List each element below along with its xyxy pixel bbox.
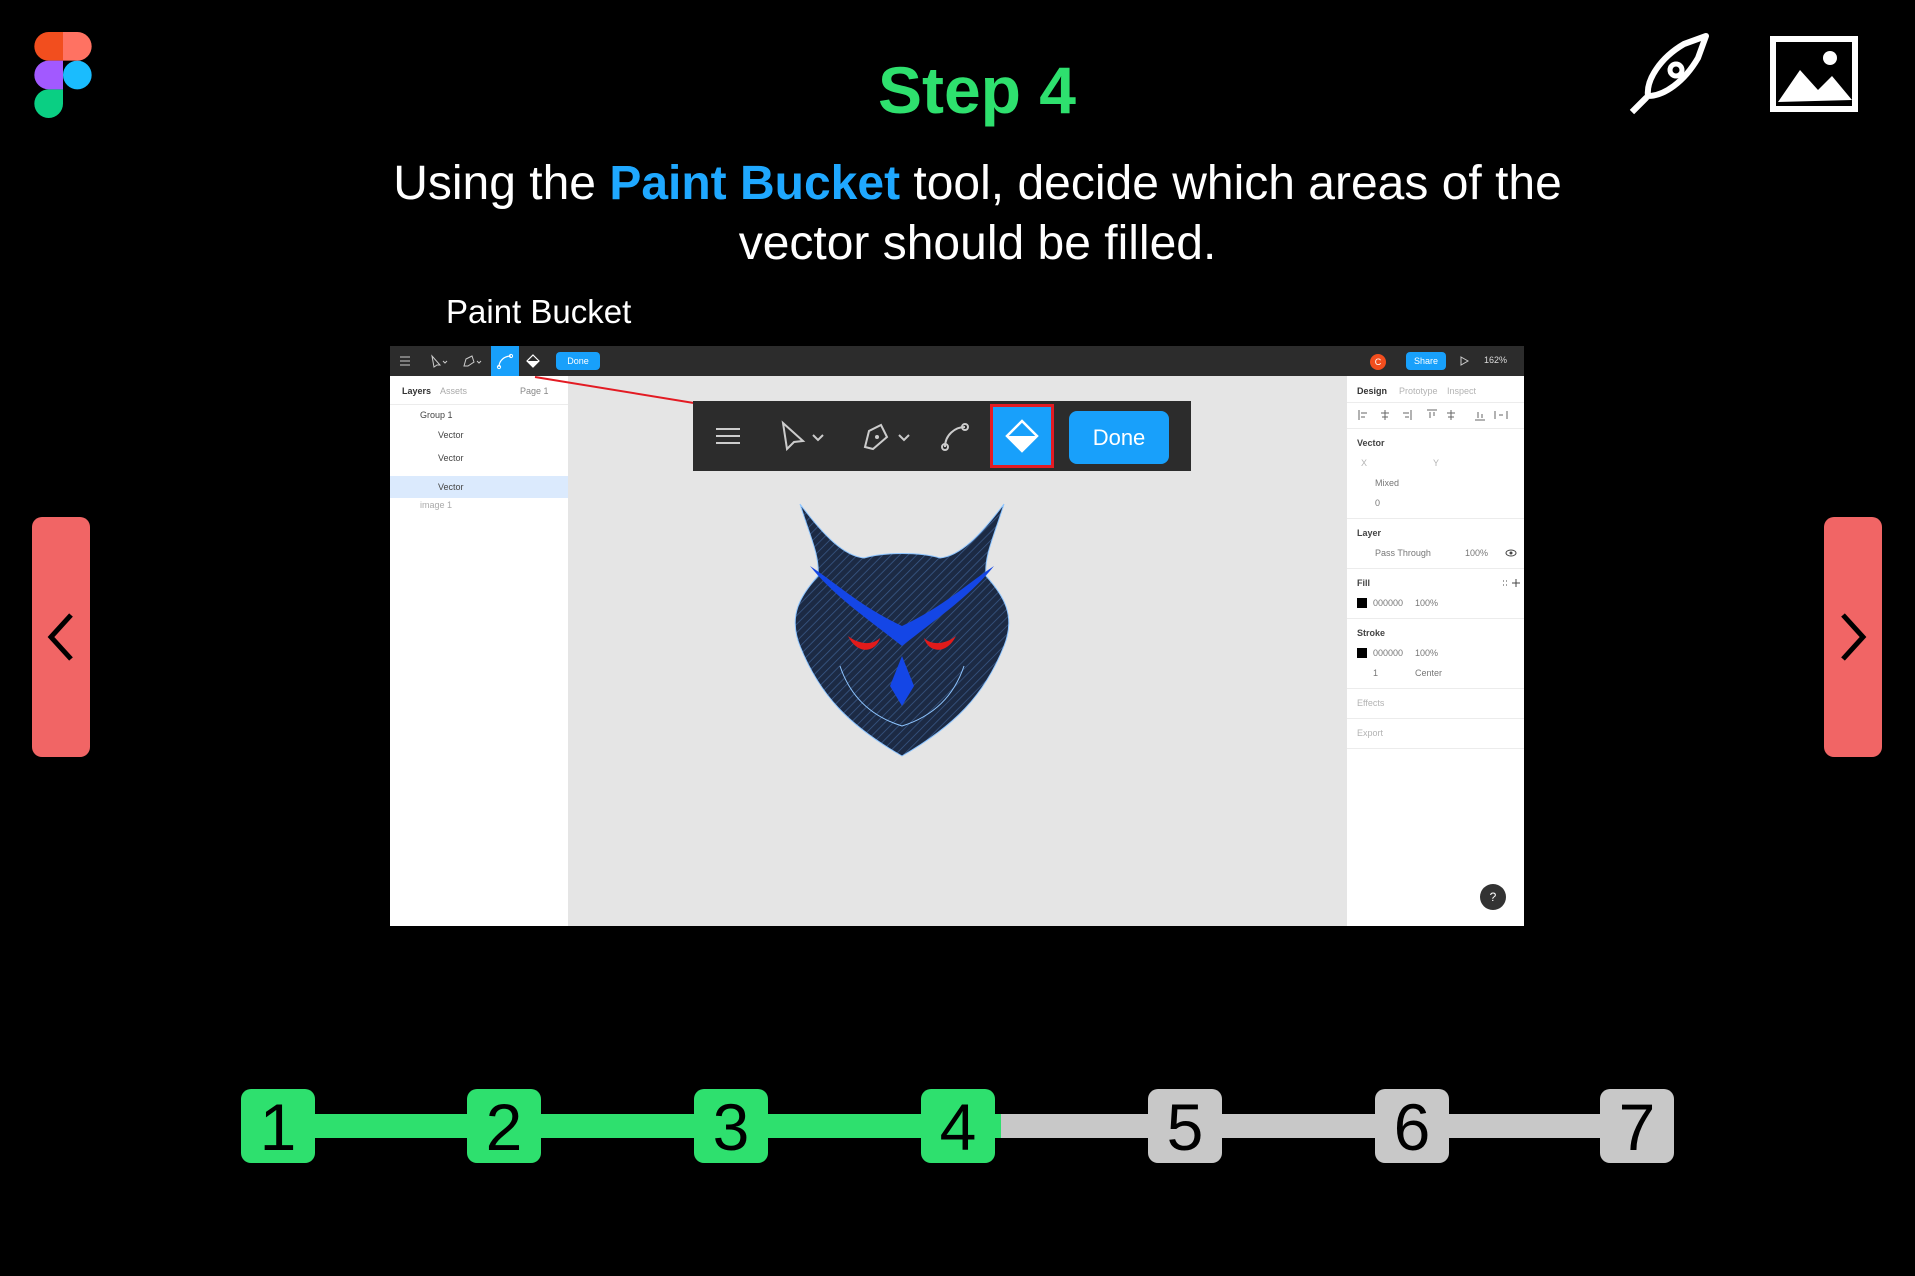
divider	[1347, 688, 1524, 689]
layer-opacity[interactable]: 100%	[1465, 548, 1488, 558]
play-icon[interactable]	[1458, 355, 1470, 367]
divider	[1347, 748, 1524, 749]
progress-bar-complete	[296, 1114, 1001, 1138]
done-button-small[interactable]: Done	[556, 352, 600, 370]
stroke-weight[interactable]: 1	[1373, 668, 1378, 678]
eye-icon[interactable]	[1505, 548, 1517, 558]
share-button[interactable]: Share	[1406, 352, 1446, 370]
tab-inspect[interactable]: Inspect	[1447, 386, 1476, 396]
divider	[1347, 402, 1524, 403]
vector-section-title: Vector	[1357, 438, 1385, 448]
callout-pointer-line	[534, 376, 707, 406]
menu-icon[interactable]	[398, 346, 412, 376]
stroke-swatch[interactable]	[1357, 648, 1367, 658]
tab-prototype[interactable]: Prototype	[1399, 386, 1438, 396]
fill-opacity[interactable]: 100%	[1415, 598, 1438, 608]
menu-icon[interactable]	[713, 421, 743, 451]
layer-item[interactable]: image 1	[420, 500, 452, 510]
tab-assets[interactable]: Assets	[440, 386, 467, 396]
layer-item[interactable]: Vector	[438, 453, 464, 463]
add-fill-icon[interactable]	[1501, 578, 1521, 588]
instruction-before: Using the	[393, 157, 610, 210]
avatar[interactable]: C	[1370, 354, 1386, 370]
step-1-button[interactable]: 1	[241, 1089, 315, 1164]
tab-layers[interactable]: Layers	[402, 386, 431, 396]
layer-item[interactable]: Group 1	[420, 410, 453, 420]
bend-tool-icon	[496, 353, 514, 370]
pen-tool-small-icon[interactable]	[460, 346, 486, 376]
progress-bar-remaining	[1001, 1114, 1639, 1138]
layer-section-title: Layer	[1357, 528, 1382, 538]
chevron-left-icon	[47, 613, 73, 661]
bend-tool-icon[interactable]	[937, 419, 971, 453]
stroke-section-title: Stroke	[1357, 628, 1386, 638]
x-label[interactable]: X	[1361, 458, 1367, 468]
mixed-value[interactable]: Mixed	[1375, 478, 1399, 488]
export-section-title[interactable]: Export	[1357, 728, 1383, 738]
fill-section-title: Fill	[1357, 578, 1370, 588]
effects-section-title[interactable]: Effects	[1357, 698, 1384, 708]
step-3-button[interactable]: 3	[694, 1089, 768, 1164]
divider	[1347, 518, 1524, 519]
divider	[1347, 718, 1524, 719]
instruction-text: Using the Paint Bucket tool, decide whic…	[340, 154, 1615, 274]
stroke-align[interactable]: Center	[1415, 668, 1442, 678]
owl-vector[interactable]	[780, 496, 1070, 806]
image-icon[interactable]	[1770, 36, 1858, 112]
fill-hex[interactable]: 000000	[1373, 598, 1403, 608]
layer-item[interactable]: Vector	[438, 430, 464, 440]
design-panel: Design Prototype Inspect Vector X Y Mixe…	[1346, 376, 1524, 926]
fill-swatch[interactable]	[1357, 598, 1367, 608]
move-tool-icon[interactable]	[779, 419, 829, 453]
step-2-button[interactable]: 2	[467, 1089, 541, 1164]
y-label[interactable]: Y	[1433, 458, 1439, 468]
blend-mode-select[interactable]: Pass Through	[1375, 548, 1431, 558]
next-step-button[interactable]	[1824, 517, 1882, 757]
paint-bucket-icon	[1005, 419, 1039, 453]
paint-bucket-tool-highlight[interactable]	[990, 404, 1054, 468]
divider	[1347, 428, 1524, 429]
layer-item-selected[interactable]: Vector	[390, 476, 568, 498]
layer-item-label: Vector	[438, 482, 464, 492]
tab-design[interactable]: Design	[1357, 386, 1387, 396]
step-6-button[interactable]: 6	[1375, 1089, 1449, 1164]
done-button[interactable]: Done	[1069, 411, 1169, 464]
divider	[1347, 568, 1524, 569]
help-button[interactable]: ?	[1480, 884, 1506, 910]
previous-step-button[interactable]	[32, 517, 90, 757]
move-tool-icon[interactable]	[428, 346, 452, 376]
step-7-button[interactable]: 7	[1600, 1089, 1674, 1164]
pen-tool-icon[interactable]	[1626, 32, 1714, 118]
stroke-opacity[interactable]: 100%	[1415, 648, 1438, 658]
chevron-right-icon	[1841, 613, 1867, 661]
alignment-icons[interactable]	[1355, 408, 1515, 422]
step-5-button[interactable]: 5	[1148, 1089, 1222, 1164]
stroke-hex[interactable]: 000000	[1373, 648, 1403, 658]
instruction-highlight: Paint Bucket	[609, 157, 901, 210]
zoom-level[interactable]: 162%	[1484, 355, 1507, 365]
step-4-button[interactable]: 4	[921, 1089, 995, 1164]
paint-bucket-callout-label: Paint Bucket	[446, 293, 632, 330]
bend-tool-button[interactable]	[491, 346, 519, 376]
corner-radius-value[interactable]: 0	[1375, 498, 1380, 508]
layers-panel: Layers Assets Page 1 Group 1 Vector Vect…	[390, 376, 569, 926]
divider	[1347, 618, 1524, 619]
pen-tool-small-icon[interactable]	[861, 419, 917, 453]
